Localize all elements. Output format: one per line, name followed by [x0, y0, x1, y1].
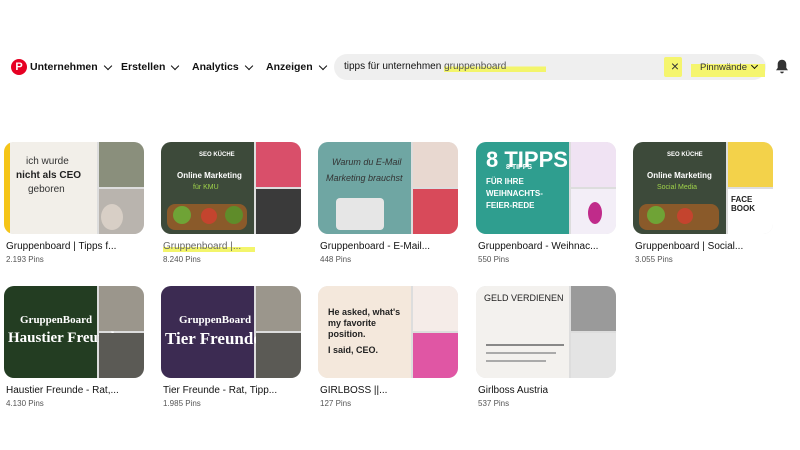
thumb-text: GruppenBoard — [179, 314, 252, 326]
nav-unternehmen[interactable]: Unternehmen — [30, 61, 112, 73]
chevron-down-icon — [103, 61, 112, 70]
board-pin-count: 2.193 Pins — [6, 255, 44, 264]
thumb-text: I said, CEO. — [328, 345, 379, 355]
thumb-text: Online Marketing — [177, 171, 242, 180]
search-bar[interactable]: tipps für unternehmen gruppenboard × Pin… — [334, 54, 766, 80]
pinterest-logo-icon[interactable]: P — [11, 59, 27, 75]
thumb-text: nicht als CEO — [16, 170, 82, 181]
thumb-text: Social Media — [657, 184, 698, 191]
board-thumbnail[interactable]: Warum du E-Mail Marketing brauchst — [318, 142, 458, 234]
board-title[interactable]: GIRLBOSS ||... — [320, 385, 387, 396]
nav-anzeigen[interactable]: Anzeigen — [266, 61, 327, 73]
thumb-text: FACE BOOK — [731, 195, 755, 213]
nav-erstellen-label: Erstellen — [121, 61, 166, 73]
thumb-text: position. — [328, 329, 366, 339]
chevron-down-icon — [318, 61, 327, 70]
search-query-text: tipps für unternehmen — [344, 61, 445, 72]
nav-analytics-label: Analytics — [192, 61, 239, 73]
clear-search-icon[interactable]: × — [668, 59, 682, 73]
board-thumbnail[interactable]: ich wurde nicht als CEO geboren — [4, 142, 144, 234]
thumb-text: GruppenBoard — [20, 314, 93, 326]
board-thumbnail[interactable]: SEO KÜCHE Online Marketing Social Media … — [633, 142, 773, 234]
thumb-text: GELD VERDIENEN — [484, 293, 564, 303]
search-scope-dropdown[interactable]: Pinnwände — [691, 57, 765, 77]
thumb-text: WEIHNACHTS- — [486, 189, 543, 198]
board-thumbnail[interactable]: GELD VERDIENEN — [476, 286, 616, 378]
thumb-text: SEO KÜCHE — [667, 152, 703, 158]
board-pin-count: 448 Pins — [320, 255, 352, 264]
board-title[interactable]: Gruppenboard | Social... — [635, 241, 743, 252]
board-title[interactable]: Gruppenboard | Tipps f... — [6, 241, 116, 252]
board-thumbnail[interactable]: SEO KÜCHE Online Marketing für KMU — [161, 142, 301, 234]
thumb-text: my favorite — [328, 318, 377, 328]
nav-erstellen[interactable]: Erstellen — [121, 61, 180, 73]
search-scope-label: Pinnwände — [699, 61, 747, 73]
board-pin-count: 4.130 Pins — [6, 399, 44, 408]
board-pin-count: 8.240 Pins — [163, 255, 201, 264]
board-thumbnail[interactable]: GruppenBoard Tier Freunde — [161, 286, 301, 378]
thumb-text: He asked, what's — [328, 307, 401, 317]
board-thumbnail[interactable]: 8 TIPPS 8 TIPPS FÜR IHRE WEIHNACHTS- FEI… — [476, 142, 616, 234]
thumb-text: FEIER-REDE — [486, 201, 535, 210]
search-input[interactable]: tipps für unternehmen gruppenboard — [344, 61, 547, 72]
thumb-text: Warum du E-Mail — [332, 157, 402, 167]
chevron-down-icon — [244, 61, 253, 70]
nav-analytics[interactable]: Analytics — [192, 61, 253, 73]
thumb-text: SEO KÜCHE — [199, 152, 235, 158]
board-title[interactable]: Girlboss Austria — [478, 385, 548, 396]
bell-icon[interactable] — [775, 59, 789, 75]
thumb-text: FÜR IHRE — [486, 177, 524, 186]
thumb-text: geboren — [28, 184, 65, 195]
thumb-text: 8 TIPPS — [506, 164, 533, 171]
board-title[interactable]: Haustier Freunde - Rat,... — [6, 385, 119, 396]
search-query-highlight: gruppenboard — [444, 61, 547, 72]
chevron-down-icon — [750, 61, 759, 70]
thumb-text: Online Marketing — [647, 171, 712, 180]
thumb-text: Marketing brauchst — [326, 173, 403, 183]
board-title[interactable]: Tier Freunde - Rat, Tipp... — [163, 385, 277, 396]
thumb-text: ich wurde — [26, 156, 69, 167]
top-navigation-bar: P Unternehmen Erstellen Analytics Anzeig… — [0, 48, 800, 88]
board-title[interactable]: Gruppenboard - Weihnac... — [478, 241, 598, 252]
board-thumbnail[interactable]: He asked, what's my favorite position. I… — [318, 286, 458, 378]
board-title[interactable]: Gruppenboard - E-Mail... — [320, 241, 430, 252]
board-pin-count: 1.985 Pins — [163, 399, 201, 408]
thumb-text: Tier Freunde — [165, 329, 261, 348]
board-pin-count: 537 Pins — [478, 399, 510, 408]
board-pin-count: 550 Pins — [478, 255, 510, 264]
board-thumbnail[interactable]: GruppenBoard Haustier Freunde — [4, 286, 144, 378]
thumb-text: für KMU — [193, 184, 219, 191]
chevron-down-icon — [171, 61, 180, 70]
board-title[interactable]: Gruppenboard |... — [163, 241, 256, 252]
nav-anzeigen-label: Anzeigen — [266, 61, 313, 73]
nav-unternehmen-label: Unternehmen — [30, 61, 98, 73]
board-pin-count: 127 Pins — [320, 399, 352, 408]
board-pin-count: 3.055 Pins — [635, 255, 673, 264]
